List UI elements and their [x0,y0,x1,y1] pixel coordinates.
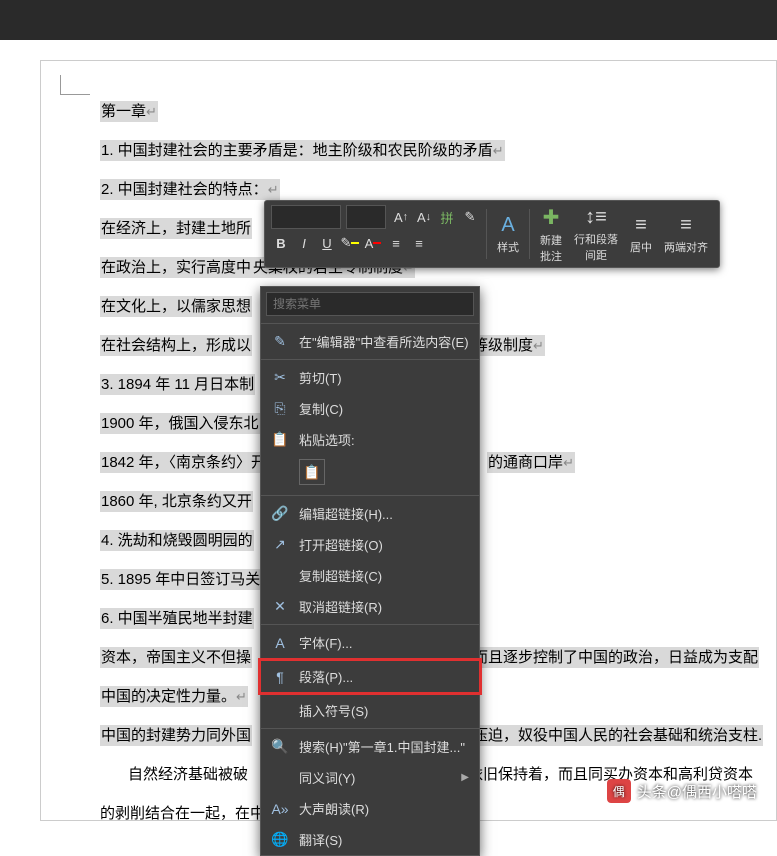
cut-icon: ✂ [271,369,289,386]
read-aloud-item[interactable]: A» 大声朗读(R) [261,793,479,824]
view-in-editor-item[interactable]: ✎ 在"编辑器"中查看所选内容(E) [261,326,479,357]
chevron-right-icon: ▶ [461,772,469,783]
format-painter-button[interactable]: ✎ [460,207,480,227]
open-link-icon: ↗ [271,536,289,553]
comment-icon: ✚ [543,205,560,230]
text-line: 2. 中国封建社会的特点： [100,178,777,202]
line-spacing-button[interactable]: ↕≡ 行和段落 间距 [568,203,624,265]
mini-toolbar: A↑ A↓ 拼 ✎ B I U ✎ A ≡ ≡ A 样式 ✚ 新建 批注 ↕≡ … [264,200,720,268]
search-icon: 🔍 [271,738,289,755]
bullets-button[interactable]: ≡ [386,233,406,253]
watermark-text: 头条@偶西小嗒嗒 [637,781,757,802]
highlighted-paragraph-item: ¶ 段落(P)... [258,658,482,695]
paragraph-item[interactable]: ¶ 段落(P)... [261,661,479,692]
menu-search-container [261,287,479,321]
text-line: 第一章 [100,100,777,124]
align-center-icon: ≡ [635,214,647,237]
copy-hyperlink-item[interactable]: 复制超链接(C) [261,560,479,591]
copy-icon: ⎘ [271,400,289,417]
ribbon-bar [0,0,777,40]
new-comment-button[interactable]: ✚ 新建 批注 [534,203,568,265]
highlight-color-button[interactable]: ✎ [340,233,360,253]
open-hyperlink-item[interactable]: ↗ 打开超链接(O) [261,529,479,560]
paste-options: 📋 [261,455,479,493]
font-item[interactable]: A 字体(F)... [261,627,479,658]
font-color-button[interactable]: A [363,233,383,253]
paste-keep-source-button[interactable]: 📋 [299,459,325,485]
edit-hyperlink-item[interactable]: 🔗 编辑超链接(H)... [261,498,479,529]
paste-options-label: 📋 粘贴选项: [261,424,479,455]
watermark: 偶 头条@偶西小嗒嗒 [607,779,757,803]
translate-icon: 🌐 [271,831,289,848]
font-family-select[interactable] [271,205,341,229]
menu-search-input[interactable] [266,292,474,316]
editor-icon: ✎ [271,333,289,350]
synonyms-item[interactable]: 同义词(Y) ▶ [261,762,479,793]
link-icon: 🔗 [271,505,289,522]
unlink-icon: ✕ [271,598,289,615]
page-corner-mark [60,75,90,95]
context-menu: ✎ 在"编辑器"中查看所选内容(E) ✂ 剪切(T) ⎘ 复制(C) 📋 粘贴选… [260,286,480,856]
speaker-icon: A» [271,801,289,817]
insert-symbol-item[interactable]: 插入符号(S) [261,695,479,726]
font-size-select[interactable] [346,205,386,229]
italic-button[interactable]: I [294,233,314,253]
translate-item[interactable]: 🌐 翻译(S) [261,824,479,855]
phonetic-button[interactable]: 拼 [437,207,457,227]
align-justify-icon: ≡ [680,214,692,237]
underline-button[interactable]: U [317,233,337,253]
styles-icon: A [501,214,514,237]
paste-icon: 📋 [271,431,289,448]
remove-hyperlink-item[interactable]: ✕ 取消超链接(R) [261,591,479,622]
line-spacing-icon: ↕≡ [585,206,607,229]
paragraph-icon: ¶ [271,669,289,685]
cut-item[interactable]: ✂ 剪切(T) [261,362,479,393]
styles-button[interactable]: A 样式 [491,203,525,265]
watermark-avatar-icon: 偶 [607,779,631,803]
numbering-button[interactable]: ≡ [409,233,429,253]
search-item[interactable]: 🔍 搜索(H)"第一章1.中国封建..." [261,731,479,762]
bold-button[interactable]: B [271,233,291,253]
decrease-font-button[interactable]: A↓ [414,207,434,227]
text-line: 1. 中国封建社会的主要矛盾是：地主阶级和农民阶级的矛盾 [100,139,777,163]
justify-button[interactable]: ≡ 两端对齐 [658,203,714,265]
copy-item[interactable]: ⎘ 复制(C) [261,393,479,424]
increase-font-button[interactable]: A↑ [391,207,411,227]
center-button[interactable]: ≡ 居中 [624,203,658,265]
font-icon: A [271,635,289,651]
